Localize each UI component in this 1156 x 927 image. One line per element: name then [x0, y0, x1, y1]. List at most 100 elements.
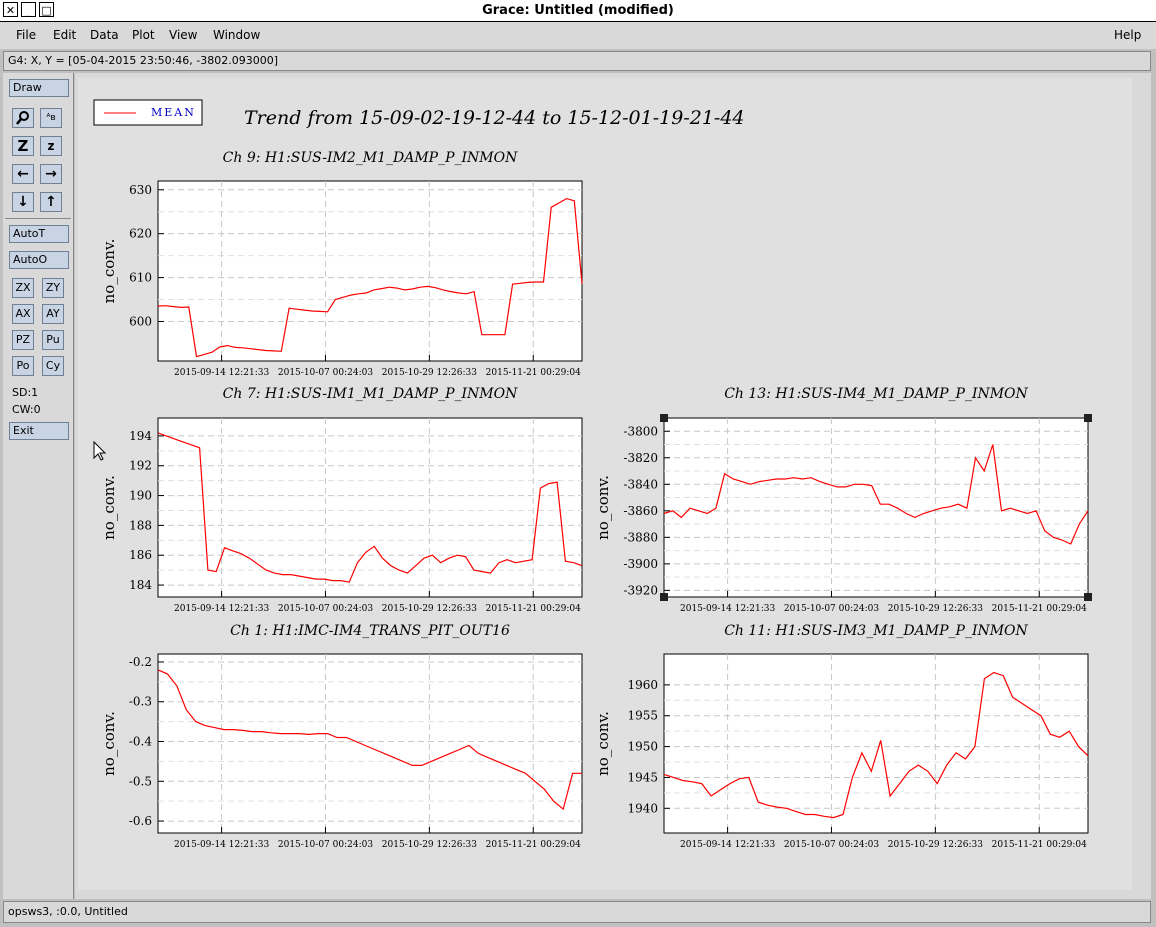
pz-button[interactable]: PZ [12, 330, 34, 350]
menu-file[interactable]: File [16, 28, 36, 42]
y-tick-label: 190 [129, 489, 152, 503]
zoom-icon[interactable] [12, 108, 34, 128]
graph-3[interactable]: -0.6 -0.5 -0.4 -0.3 -0.2 2015-09-14 12:21:33 2… [100, 623, 583, 850]
figure-title: Trend from 15-09-02-19-12-44 to 15-12-01… [244, 107, 745, 129]
autoo-button[interactable]: AutoO [9, 251, 69, 269]
menu-plot[interactable]: Plot [132, 28, 155, 42]
y-tick-label: 1940 [627, 801, 658, 815]
po-button[interactable]: Po [12, 356, 34, 376]
y-tick-label: -3880 [623, 530, 658, 544]
window-titlebar[interactable]: ✕ _ □ Grace: Untitled (modified) [0, 0, 1156, 22]
arrow-down-icon[interactable]: ↓ [12, 192, 34, 212]
set-count-readout: SD:1 [12, 386, 39, 399]
y-tick-label: -0.3 [129, 695, 152, 709]
y-axis-label: no_conv. [100, 711, 118, 776]
x-tick-label: 2015-10-29 12:26:33 [888, 840, 983, 850]
menu-view[interactable]: View [169, 28, 197, 42]
y-tick-label: -3820 [623, 451, 658, 465]
y-tick-label: -0.2 [129, 655, 152, 669]
y-axis-label: no_conv. [100, 475, 118, 540]
arrow-left-icon[interactable]: ← [12, 164, 34, 184]
plots-svg[interactable]: MEAN Trend from 15-09-02-19-12-44 to 15-… [78, 78, 1132, 890]
arrow-up-icon[interactable]: ↑ [40, 192, 62, 212]
autot-button[interactable]: AutoT [9, 225, 69, 243]
y-tick-label: -3860 [623, 504, 658, 518]
y-tick-label: 620 [129, 227, 152, 241]
menubar: File Edit Data Plot View Window Help [0, 22, 1156, 49]
window-title: Grace: Untitled (modified) [482, 3, 674, 18]
plot-canvas[interactable]: MEAN Trend from 15-09-02-19-12-44 to 15-… [78, 78, 1132, 890]
y-tick-label: -0.5 [129, 774, 152, 788]
ax-button[interactable]: AX [12, 304, 34, 324]
y-tick-label: 1955 [627, 709, 658, 723]
y-tick-label: 1945 [627, 770, 658, 784]
legend[interactable]: MEAN [93, 99, 203, 126]
arrow-right-icon[interactable]: → [40, 164, 62, 184]
pu-button[interactable]: Pu [42, 330, 64, 350]
graph-title: Ch 9: H1:SUS-IM2_M1_DAMP_P_INMON [223, 150, 518, 166]
graph-title: Ch 7: H1:SUS-IM1_M1_DAMP_P_INMON [223, 386, 518, 402]
x-tick-label: 2015-11-21 00:29:04 [486, 840, 581, 850]
x-tick-label: 2015-09-14 12:21:33 [680, 840, 775, 850]
graph-title: Ch 1: H1:IMC-IM4_TRANS_PIT_OUT16 [230, 623, 510, 639]
locator-readout: G4: X, Y = [05-04-2015 23:50:46, -3802.0… [3, 51, 1151, 71]
zx-button[interactable]: ZX [12, 278, 34, 298]
zoom-in-icon[interactable]: Z [12, 136, 34, 156]
y-tick-label: 188 [129, 518, 152, 532]
y-tick-label: 192 [129, 459, 152, 473]
graph-4[interactable]: 1940 1945 1950 1955 1960 2015-09-14 12:21:33 2… [594, 623, 1089, 850]
y-tick-label: -3840 [623, 477, 658, 491]
status-bar: opsws3, :0.0, Untitled [3, 901, 1151, 923]
y-tick-label: -0.6 [129, 814, 152, 828]
x-tick-label: 2015-09-14 12:21:33 [174, 604, 269, 614]
y-tick-label: 186 [129, 548, 152, 562]
legend-label: MEAN [151, 106, 196, 119]
tool-sidebar: Draw ᴬʙ Z z ← → ↓ ↑ AutoT AutoO ZX ZY AX… [3, 73, 74, 899]
zoom-out-icon[interactable]: z [40, 136, 62, 156]
x-tick-label: 2015-09-14 12:21:33 [174, 840, 269, 850]
draw-button[interactable]: Draw [9, 79, 69, 97]
y-tick-label: 1950 [627, 740, 658, 754]
x-tick-label: 2015-10-29 12:26:33 [382, 604, 477, 614]
x-tick-label: 2015-10-07 00:24:03 [278, 604, 373, 614]
menu-help[interactable]: Help [1114, 28, 1141, 42]
menu-edit[interactable]: Edit [53, 28, 76, 42]
graph-title: Ch 11: H1:SUS-IM3_M1_DAMP_P_INMON [724, 623, 1028, 639]
y-tick-label: 610 [129, 271, 152, 285]
graph-0[interactable]: 600 610 620 630 2015-09-14 12:21:33 2015-10-0… [100, 150, 583, 378]
y-tick-label: 184 [129, 578, 152, 592]
y-axis-label: no_conv. [594, 475, 612, 540]
text-tool-icon[interactable]: ᴬʙ [40, 108, 62, 128]
y-tick-label: -3800 [623, 424, 658, 438]
y-tick-label: 600 [129, 314, 152, 328]
x-tick-label: 2015-11-21 00:29:04 [992, 840, 1087, 850]
x-tick-label: 2015-10-07 00:24:03 [784, 840, 879, 850]
x-tick-label: 2015-11-21 00:29:04 [486, 604, 581, 614]
x-tick-label: 2015-10-29 12:26:33 [888, 604, 983, 614]
selection-handle[interactable] [1084, 593, 1092, 601]
x-tick-label: 2015-10-07 00:24:03 [784, 604, 879, 614]
y-tick-label: -0.4 [129, 735, 153, 749]
sidebar-divider [5, 218, 71, 219]
zy-button[interactable]: ZY [42, 278, 64, 298]
menu-window[interactable]: Window [213, 28, 260, 42]
x-tick-label: 2015-09-14 12:21:33 [174, 368, 269, 378]
menu-data[interactable]: Data [90, 28, 119, 42]
ay-button[interactable]: AY [42, 304, 64, 324]
graph-2[interactable]: -3920 -3900 -3880 -3860 -3840 -3820 -3800 2015-… [594, 386, 1092, 614]
selection-handle[interactable] [660, 414, 668, 422]
x-tick-label: 2015-11-21 00:29:04 [992, 604, 1087, 614]
graph-1[interactable]: 184 186 188 190 192 194 2015-09-14 12:21:33 201… [100, 386, 583, 614]
mouse-pointer-icon [93, 440, 107, 461]
selection-handle[interactable] [1084, 414, 1092, 422]
x-tick-label: 2015-10-29 12:26:33 [382, 368, 477, 378]
y-tick-label: 630 [129, 183, 152, 197]
y-tick-label: -3900 [623, 557, 658, 571]
x-tick-label: 2015-11-21 00:29:04 [486, 368, 581, 378]
x-tick-label: 2015-10-07 00:24:03 [278, 840, 373, 850]
selection-handle[interactable] [660, 593, 668, 601]
cy-button[interactable]: Cy [42, 356, 64, 376]
y-tick-label: -3920 [623, 583, 658, 597]
exit-button[interactable]: Exit [9, 422, 69, 440]
y-tick-label: 194 [129, 429, 152, 443]
